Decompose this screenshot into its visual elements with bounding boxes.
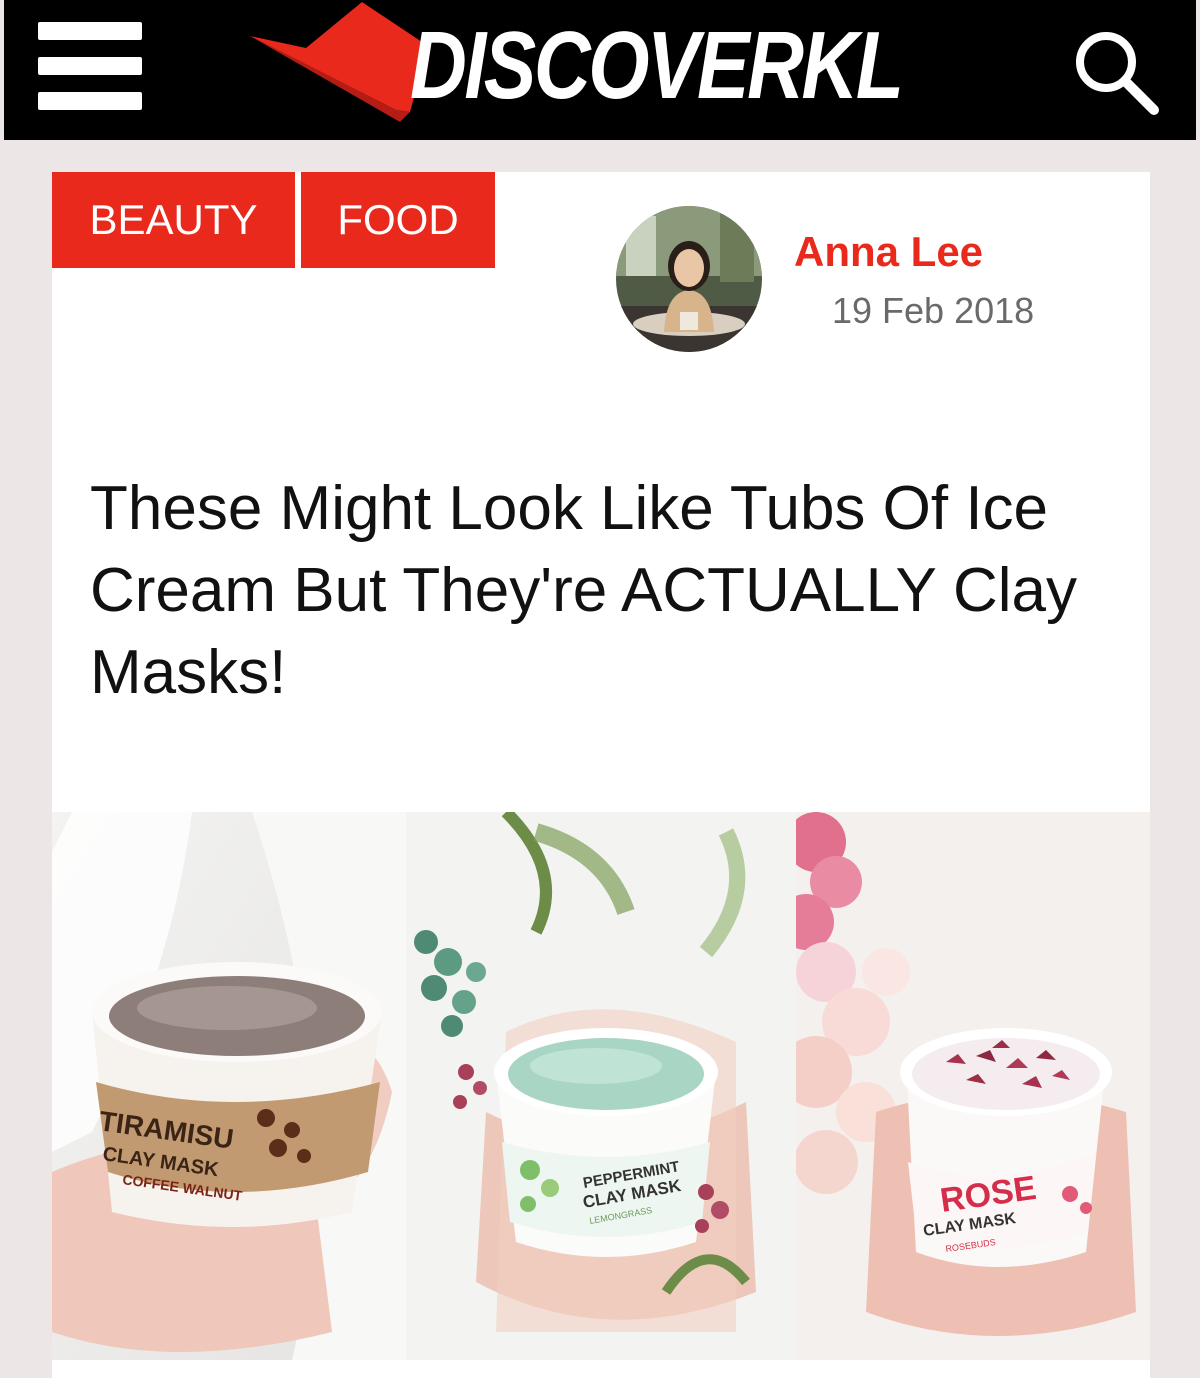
category-tag-beauty[interactable]: BEAUTY xyxy=(52,172,295,268)
site-logo[interactable]: DISCOVERKL xyxy=(250,0,970,140)
hero-panel-rose: ROSE CLAY MASK ROSEBUDS xyxy=(796,812,1150,1360)
menu-line xyxy=(38,22,142,40)
article-title[interactable]: These Might Look Like Tubs Of Ice Cream … xyxy=(90,468,1100,714)
author-name[interactable]: Anna Lee xyxy=(794,228,983,276)
hero-panel-tiramisu: TIRAMISU CLAY MASK COFFEE WALNUT xyxy=(52,812,406,1360)
hamburger-menu-icon[interactable] xyxy=(38,22,144,112)
hero-panel-peppermint: PEPPERMINT CLAY MASK LEMONGRASS xyxy=(406,812,796,1360)
top-navigation-bar: DISCOVERKL xyxy=(4,0,1196,140)
logo-text: DISCOVERKL xyxy=(410,12,904,119)
author-avatar[interactable] xyxy=(616,206,762,352)
menu-line xyxy=(38,92,142,110)
post-date: 19 Feb 2018 xyxy=(832,290,1035,331)
logo-crown-icon xyxy=(250,2,428,122)
article-hero-image[interactable]: TIRAMISU CLAY MASK COFFEE WALNUT PEPPERM… xyxy=(52,812,1150,1360)
search-icon[interactable] xyxy=(1070,26,1162,118)
article-card: BEAUTY FOOD Anna Lee 19 Feb 2018 These M… xyxy=(52,172,1150,1378)
menu-line xyxy=(38,57,142,75)
category-tag-food[interactable]: FOOD xyxy=(301,172,495,268)
